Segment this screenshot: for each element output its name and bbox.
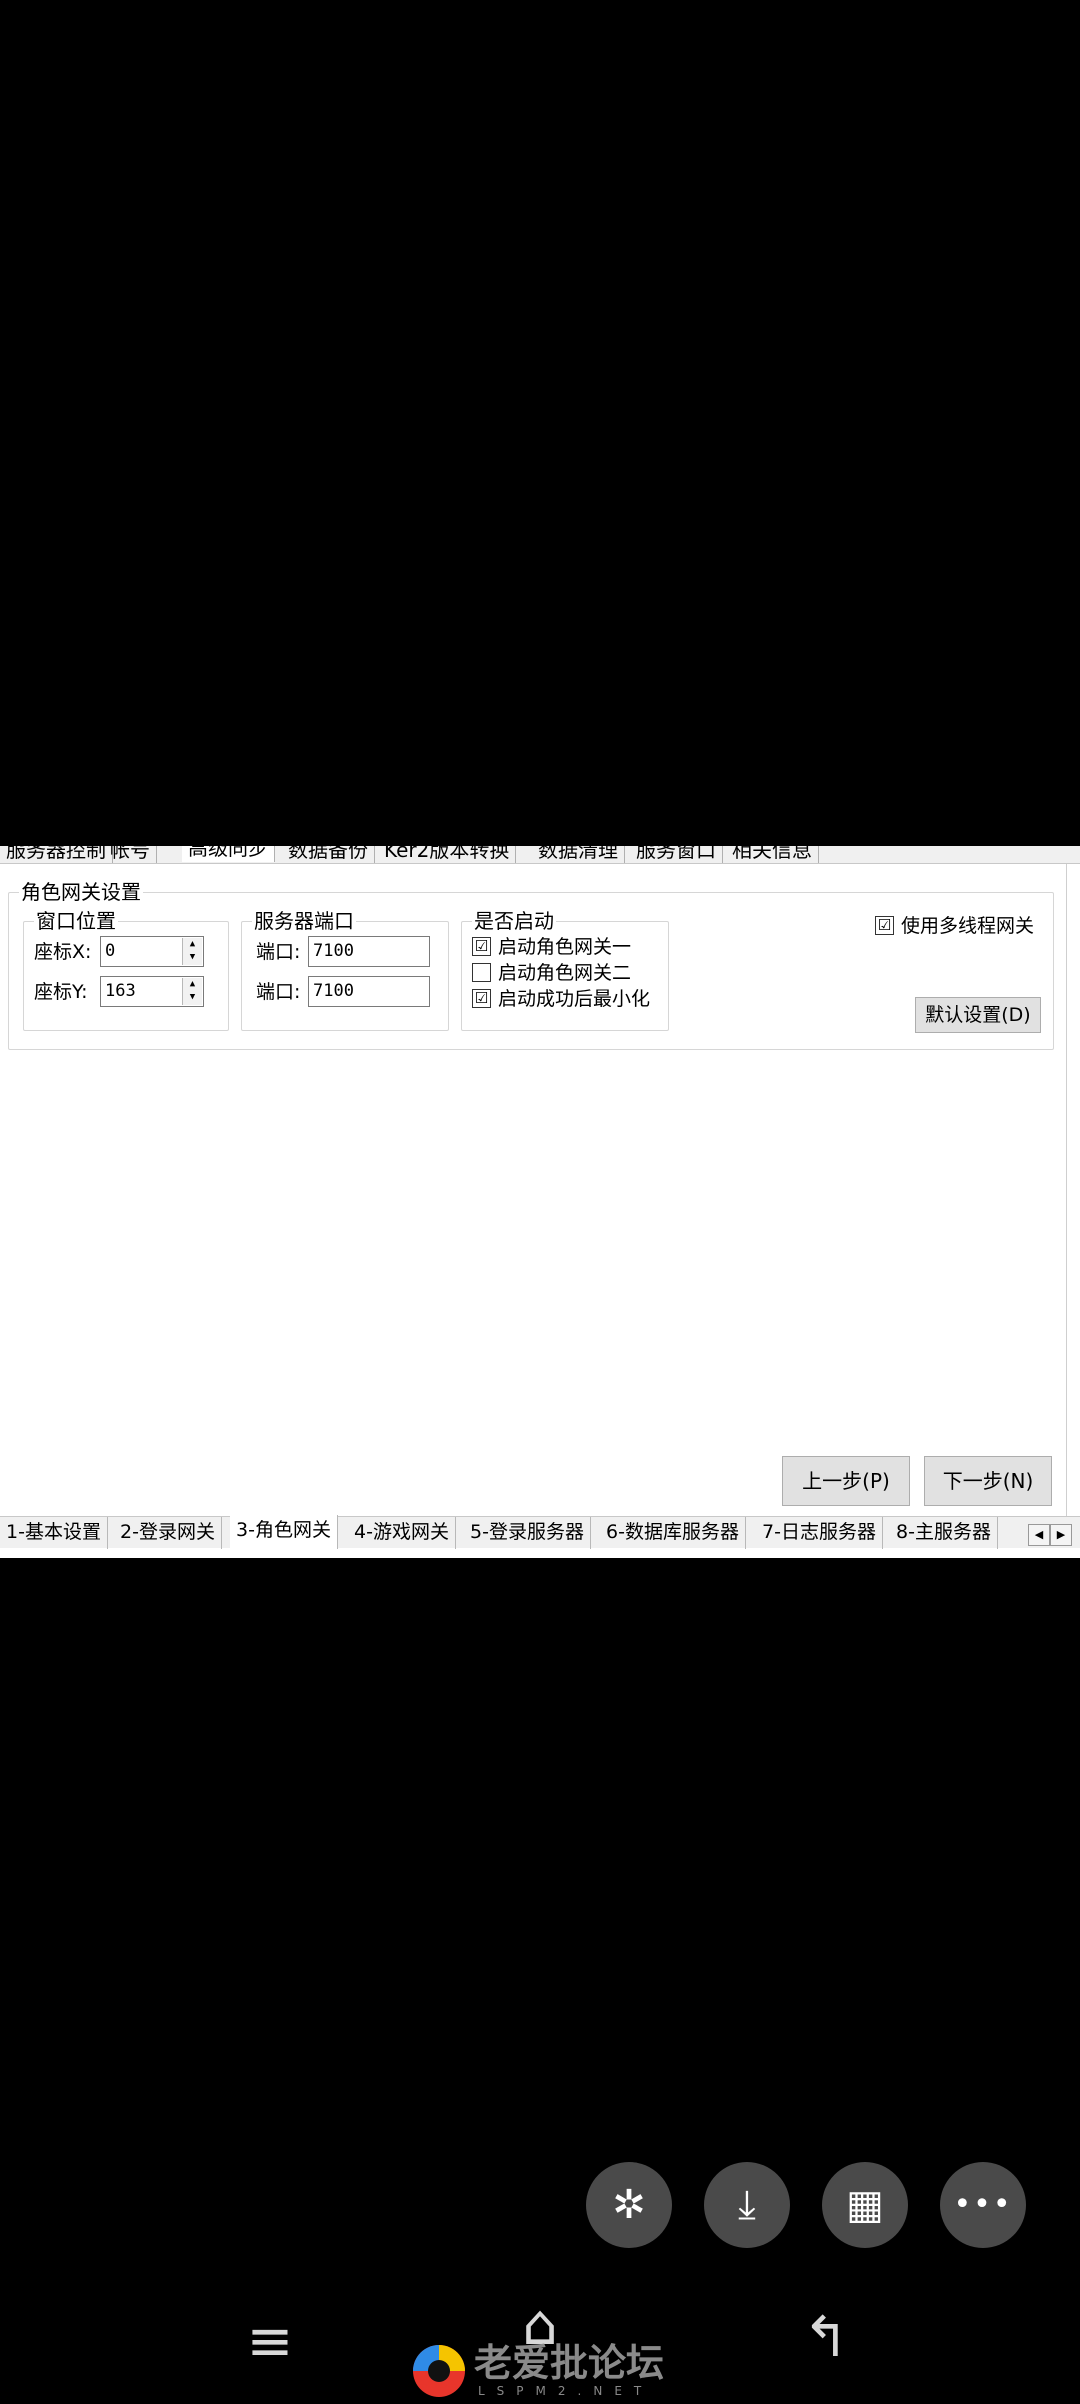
coord-y-value: 163 <box>105 981 136 1001</box>
tab-login-gateway[interactable]: 2-登录网关 <box>114 1517 222 1549</box>
tab-scroll-arrows: ◀ ▶ <box>1028 1523 1072 1546</box>
tab-login-server[interactable]: 5-登录服务器 <box>464 1517 591 1549</box>
port1-input[interactable]: 7100 <box>308 936 430 967</box>
tab-data-cleanup[interactable]: 数据清理 <box>532 846 625 863</box>
server-port-title: 服务器端口 <box>252 908 356 934</box>
start-gateway-two-checkbox[interactable] <box>472 963 491 982</box>
port2-label: 端口: <box>256 981 301 1003</box>
more-fab[interactable]: ••• <box>940 2162 1026 2248</box>
more-icon: ••• <box>953 2187 1013 2222</box>
scroll-left-icon[interactable]: ◀ <box>1028 1524 1050 1546</box>
tab-game-gateway[interactable]: 4-游戏网关 <box>348 1517 456 1549</box>
tab-basic-settings[interactable]: 1-基本设置 <box>0 1517 108 1549</box>
start-gateway-two-label: 启动角色网关二 <box>498 962 632 984</box>
coord-x-input[interactable]: 0 ▲ ▼ <box>100 936 204 967</box>
grid-fab[interactable]: ▦ <box>822 2162 908 2248</box>
tab-role-gateway[interactable]: 3-角色网关 <box>230 1515 338 1549</box>
multithread-checkbox[interactable]: ☑ <box>875 916 894 935</box>
tab-account[interactable]: 帐号 <box>104 846 157 863</box>
menu-icon[interactable]: ≡ <box>240 2312 300 2372</box>
scroll-right-icon[interactable]: ▶ <box>1050 1524 1072 1546</box>
top-tab-strip: 服务器控制 帐号 高级同步 数据备份 Ker2版本转换 数据清理 服务窗口 相关… <box>0 846 1080 864</box>
port1-label: 端口: <box>256 941 301 963</box>
watermark-logo-icon <box>413 2345 465 2397</box>
next-step-button[interactable]: 下一步(N) <box>924 1456 1052 1506</box>
coord-y-input[interactable]: 163 ▲ ▼ <box>100 976 204 1007</box>
download-icon: ⤓ <box>738 2182 756 2228</box>
tab-main-server[interactable]: 8-主服务器 <box>890 1517 998 1549</box>
server-port-group: 服务器端口 端口: 7100 端口: 7100 <box>241 908 449 1031</box>
startup-group: 是否启动 ☑ 启动角色网关一 启动角色网关二 ☑ 启动成功后最小化 <box>461 908 669 1031</box>
multithread-label: 使用多线程网关 <box>901 915 1035 937</box>
prev-step-button[interactable]: 上一步(P) <box>782 1456 910 1506</box>
tab-related-info[interactable]: 相关信息 <box>726 846 819 863</box>
spark-icon: ✲ <box>612 2182 646 2228</box>
grid-icon: ▦ <box>846 2182 884 2228</box>
start-gateway-one-label: 启动角色网关一 <box>498 936 632 958</box>
watermark-text: 老爱批论坛 <box>474 2341 665 2385</box>
port2-input[interactable]: 7100 <box>308 976 430 1007</box>
spin-down-icon[interactable]: ▼ <box>183 991 202 1004</box>
default-settings-button[interactable]: 默认设置(D) <box>915 997 1041 1033</box>
coord-x-spinner[interactable]: ▲ ▼ <box>182 938 202 965</box>
tab-data-backup[interactable]: 数据备份 <box>282 846 375 863</box>
spark-fab[interactable]: ✲ <box>586 2162 672 2248</box>
window-position-group: 窗口位置 座标X: 0 ▲ ▼ 座标Y: 163 ▲ ▼ <box>23 908 229 1031</box>
role-gateway-title: 角色网关设置 <box>19 879 143 905</box>
watermark-subtext: LSPM2.NET <box>478 2384 654 2398</box>
spin-up-icon[interactable]: ▲ <box>183 978 202 991</box>
role-gateway-group: 角色网关设置 窗口位置 座标X: 0 ▲ ▼ 座标Y: 163 ▲ ▼ 服务器端口 … <box>8 879 1054 1050</box>
tab-log-server[interactable]: 7-日志服务器 <box>756 1517 883 1549</box>
config-dialog: 服务器控制 帐号 高级同步 数据备份 Ker2版本转换 数据清理 服务窗口 相关… <box>0 846 1080 1558</box>
startup-title: 是否启动 <box>472 908 556 934</box>
spin-down-icon[interactable]: ▼ <box>183 951 202 964</box>
coord-y-label: 座标Y: <box>34 981 88 1003</box>
tab-database-server[interactable]: 6-数据库服务器 <box>600 1517 746 1549</box>
start-gateway-one-checkbox[interactable]: ☑ <box>472 937 491 956</box>
minimize-after-start-label: 启动成功后最小化 <box>498 988 651 1010</box>
forum-watermark: 老爱批论坛 LSPM2.NET <box>410 2340 670 2404</box>
tab-service-window[interactable]: 服务窗口 <box>630 846 723 863</box>
window-position-title: 窗口位置 <box>34 908 118 934</box>
bottom-tab-strip: 1-基本设置 2-登录网关 3-角色网关 4-游戏网关 5-登录服务器 6-数据… <box>0 1515 1080 1549</box>
back-icon[interactable]: ↰ <box>796 2308 856 2368</box>
coord-y-spinner[interactable]: ▲ ▼ <box>182 978 202 1005</box>
tab-version-convert[interactable]: Ker2版本转换 <box>378 846 517 863</box>
tab-advanced-sync[interactable]: 高级同步 <box>182 846 275 862</box>
spin-up-icon[interactable]: ▲ <box>183 938 202 951</box>
coord-x-value: 0 <box>105 941 116 961</box>
tab-server-control[interactable]: 服务器控制 <box>0 846 113 863</box>
dialog-right-border <box>1066 864 1067 1516</box>
coord-x-label: 座标X: <box>34 941 92 963</box>
download-fab[interactable]: ⤓ <box>704 2162 790 2248</box>
minimize-after-start-checkbox[interactable]: ☑ <box>472 989 491 1008</box>
